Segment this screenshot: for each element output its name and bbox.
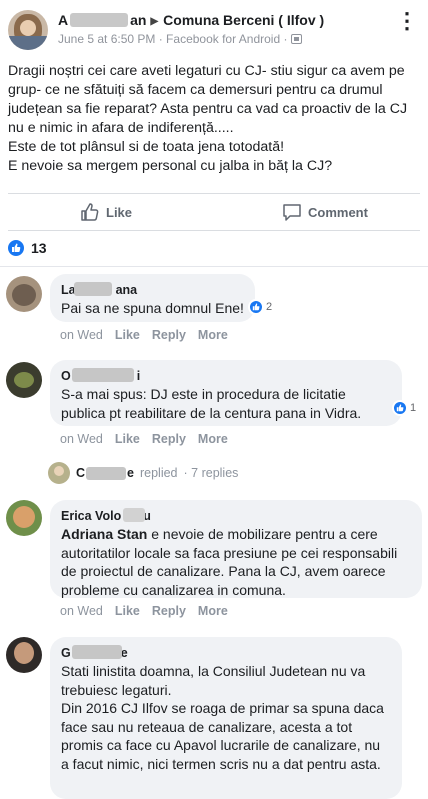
comment-time: on Wed	[60, 432, 103, 446]
commenter-name-end: ana	[115, 283, 138, 297]
comment-bubble: Oi S-a mai spus: DJ este in procedura de…	[50, 360, 402, 426]
reaction-summary[interactable]: 13	[8, 238, 47, 258]
commenter-name-end: i	[136, 369, 141, 383]
comment-more-button[interactable]: More	[198, 604, 228, 618]
commenter-avatar[interactable]	[6, 276, 42, 312]
comment-text: Pai sa ne spuna domnul Ene!	[61, 300, 244, 316]
post-text: Dragii noștri cei care aveti legaturi cu…	[8, 63, 408, 174]
author-avatar[interactable]	[8, 10, 48, 50]
commenter-name-start: O	[61, 369, 71, 383]
reply-author: Ce	[76, 466, 134, 480]
post-body: Dragii noștri cei care aveti legaturi cu…	[8, 62, 420, 176]
commenter-name[interactable]: La ana	[61, 282, 137, 298]
comment-bubble: Ge Stati linistita doamna, la Consiliul …	[50, 637, 402, 799]
redacted-name	[70, 13, 129, 27]
comment-like-button[interactable]: Like	[115, 604, 140, 618]
comment-reply-button[interactable]: Reply	[152, 604, 186, 618]
comment-like-button[interactable]: Like	[115, 328, 140, 342]
reply-author-start: C	[76, 466, 86, 480]
view-replies-link[interactable]: Ce replied · 7 replies	[48, 462, 238, 484]
comment-text: S-a mai spus: DJ este in procedura de li…	[61, 386, 362, 421]
post-meta: June 5 at 6:50 PM · Facebook for Android…	[58, 32, 303, 46]
privacy-icon	[291, 34, 303, 44]
author-line: Aan ▶ Comuna Berceni ( Ilfov )	[58, 12, 324, 28]
comment-reaction[interactable]: 1	[392, 400, 416, 416]
commenter-avatar[interactable]	[6, 500, 42, 536]
redacted-name	[86, 467, 126, 480]
comment-reaction-count: 1	[410, 402, 417, 414]
comment-more-button[interactable]: More	[198, 432, 228, 446]
comment-icon	[283, 204, 301, 221]
comment-actions: on Wed Like Reply More	[60, 432, 240, 446]
caret-right-icon: ▶	[150, 16, 159, 27]
mention-link[interactable]: Adriana Stan	[61, 526, 147, 542]
comment-reaction-count: 2	[266, 301, 273, 313]
like-button[interactable]: Like	[80, 202, 132, 222]
redacted-name	[74, 282, 112, 296]
comment-like-button[interactable]: Like	[115, 432, 140, 446]
commenter-name[interactable]: Oi	[61, 368, 140, 384]
reaction-count: 13	[31, 240, 47, 256]
post-action-bar: Like Comment	[8, 193, 420, 231]
comment-time: on Wed	[60, 328, 103, 342]
redacted-name	[72, 368, 134, 382]
commenter-avatar[interactable]	[6, 362, 42, 398]
reply-author-end: e	[127, 466, 134, 480]
like-icon	[81, 203, 99, 221]
like-label: Like	[106, 204, 133, 220]
like-reaction-icon	[392, 400, 408, 416]
redacted-name	[123, 508, 145, 522]
comment-reply-button[interactable]: Reply	[152, 432, 186, 446]
redacted-name	[72, 645, 122, 659]
author-name[interactable]: A	[58, 12, 68, 28]
comment-actions: on Wed Like Reply More	[60, 328, 240, 342]
author-name-suffix[interactable]: an	[130, 12, 146, 28]
commenter-avatar[interactable]	[6, 637, 42, 673]
comment-bubble: La ana Pai sa ne spuna domnul Ene!	[50, 274, 255, 322]
comment-more-button[interactable]: More	[198, 328, 228, 342]
reply-count: · 7 replies	[183, 466, 239, 480]
commenter-name[interactable]: Erica Volo u	[61, 508, 151, 524]
commenter-name-start: G	[61, 646, 71, 660]
group-name[interactable]: Comuna Berceni ( Ilfov )	[163, 12, 324, 28]
comment-label: Comment	[308, 204, 368, 220]
post-header: Aan ▶ Comuna Berceni ( Ilfov ) June 5 at 6…	[0, 0, 428, 58]
comment-text: Adriana Stan e nevoie de mobilizare pent…	[61, 525, 411, 599]
like-reaction-icon	[248, 299, 264, 315]
commenter-name-start: Erica Volo	[61, 509, 122, 523]
comment-button[interactable]: Comment	[282, 202, 428, 222]
post-meta-text[interactable]: June 5 at 6:50 PM · Facebook for Android…	[58, 32, 287, 46]
divider	[0, 266, 428, 267]
more-options-icon[interactable]: ⋮	[396, 10, 418, 34]
comment-bubble: Erica Volo u Adriana Stan e nevoie de mob…	[50, 500, 422, 598]
comment-reply-button[interactable]: Reply	[152, 328, 186, 342]
commenter-name[interactable]: Ge	[61, 645, 128, 661]
reply-replied: replied	[139, 466, 178, 480]
comment-time: on Wed	[60, 604, 103, 618]
comment-reaction[interactable]: 2	[248, 299, 272, 315]
like-reaction-icon	[8, 240, 24, 256]
reply-avatar	[48, 462, 70, 484]
comment-actions: on Wed Like Reply More	[60, 604, 240, 618]
comment-text: Stati linistita doamna, la Consiliul Jud…	[61, 663, 384, 772]
